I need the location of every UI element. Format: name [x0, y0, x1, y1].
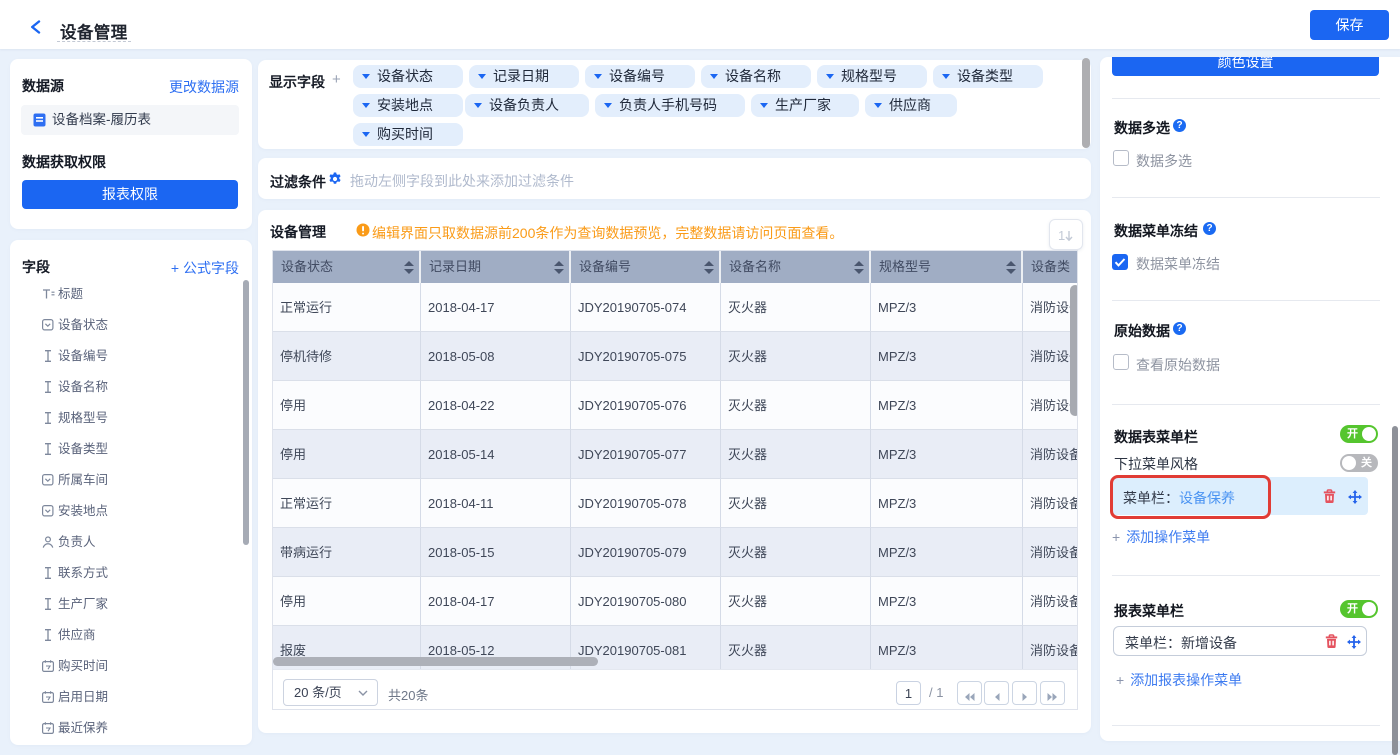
svg-text:1: 1 — [1058, 228, 1065, 243]
